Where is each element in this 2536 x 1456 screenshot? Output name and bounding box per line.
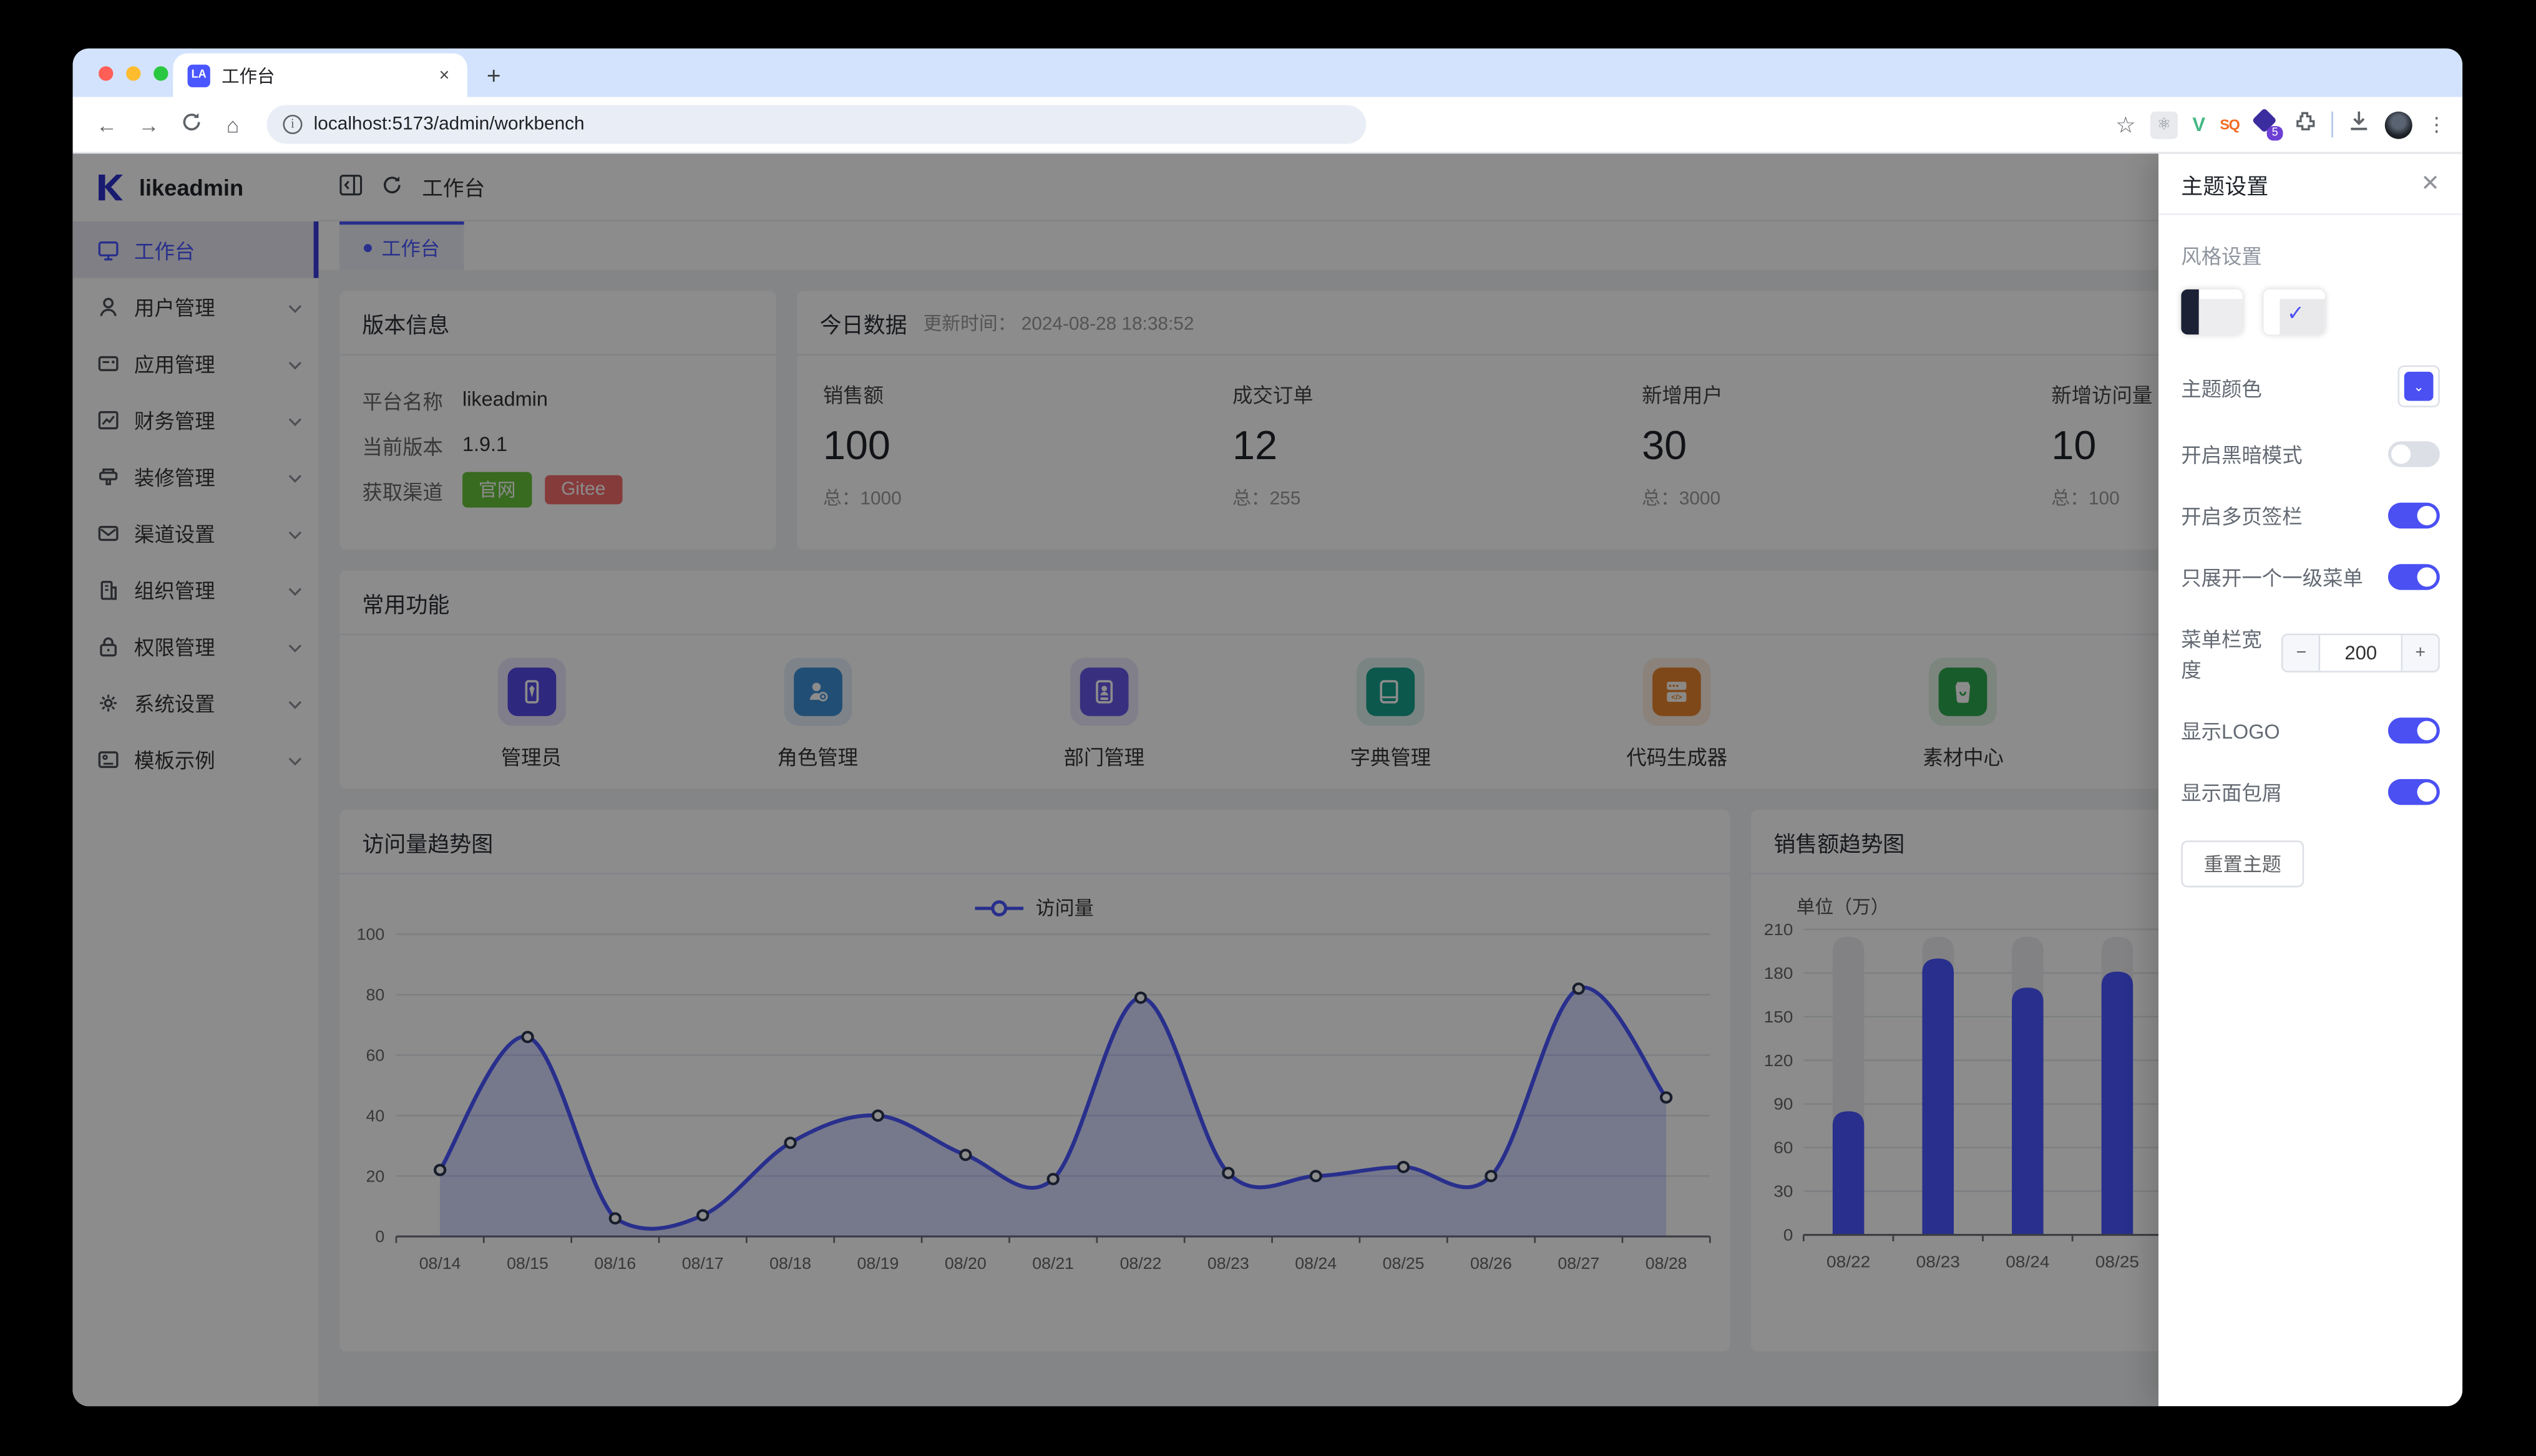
reload-icon[interactable]: [173, 112, 208, 137]
decrease-button[interactable]: −: [2283, 635, 2319, 671]
drawer-settings-rows: 开启黑暗模式 开启多页签栏 只展开一个一级菜单 菜单栏宽度 −200 + 显示LOGO 显示面…: [2181, 438, 2440, 807]
menu-width-value[interactable]: 200: [2319, 635, 2403, 671]
menu-width-row: 菜单栏宽度 −200 +: [2181, 623, 2440, 684]
drawer-title: 主题设置: [2181, 173, 2269, 198]
menu-width-stepper: −200 +: [2281, 633, 2440, 672]
increase-button[interactable]: +: [2402, 635, 2439, 671]
multi-tab-toggle[interactable]: [2387, 502, 2440, 528]
selected-check-icon: ✓: [2286, 301, 2305, 326]
thumb-body: [2198, 299, 2243, 335]
drawer-close-icon[interactable]: ✕: [2421, 170, 2439, 197]
sq-extension-icon[interactable]: SQ: [2220, 117, 2240, 133]
show-breadcrumb-toggle[interactable]: [2387, 778, 2440, 805]
dark-mode-label: 开启黑暗模式: [2181, 444, 2303, 467]
show-logo-toggle[interactable]: [2387, 717, 2440, 743]
gem-badge: 5: [2266, 126, 2283, 141]
theme-color-picker[interactable]: ⌄: [2397, 365, 2440, 407]
window-controls[interactable]: [99, 66, 168, 81]
style-thumbnails: ✓: [2181, 289, 2440, 335]
theme-color-row: 主题颜色 ⌄: [2181, 365, 2440, 407]
dark-mode-row: 开启黑暗模式: [2181, 438, 2440, 468]
browser-tabstrip: LA 工作台 × +: [72, 48, 2463, 97]
theme-color-label: 主题颜色: [2181, 377, 2262, 400]
zoom-window-button[interactable]: [154, 66, 168, 81]
toggle-knob: [2417, 781, 2437, 801]
theme-color-swatch[interactable]: ⌄: [2404, 371, 2434, 401]
toggle-knob: [2391, 444, 2411, 463]
vue-devtools-icon[interactable]: V: [2192, 113, 2205, 135]
tab-title: 工作台: [221, 67, 275, 87]
toolbar-right-icons: ☆ ⚛ V SQ 5 ⋮: [2115, 107, 2446, 141]
reset-theme-button[interactable]: 重置主题: [2181, 840, 2304, 888]
minimize-window-button[interactable]: [126, 66, 141, 81]
show-logo-label: 显示LOGO: [2181, 721, 2280, 744]
extensions-puzzle-icon[interactable]: [2295, 109, 2317, 140]
browser-window: LA 工作台 × + ← → ⌂ i localhost:5173/admin/…: [72, 48, 2463, 1407]
downloads-icon[interactable]: [2348, 109, 2370, 140]
react-devtools-icon[interactable]: ⚛: [2150, 110, 2178, 138]
browser-toolbar: ← → ⌂ i localhost:5173/admin/workbench ☆…: [72, 97, 2463, 154]
dark-mode-toggle[interactable]: [2387, 440, 2440, 467]
drawer-modal-overlay[interactable]: [72, 153, 2463, 1407]
single-expand-toggle[interactable]: [2387, 563, 2440, 590]
single-expand-row: 只展开一个一级菜单: [2181, 561, 2440, 591]
browser-menu-icon[interactable]: ⋮: [2427, 113, 2446, 135]
tab-favicon: LA: [187, 64, 210, 87]
thumb-dark-sidebar-strip: [2181, 289, 2199, 335]
show-breadcrumb-row: 显示面包屑: [2181, 776, 2440, 807]
toggle-knob: [2417, 505, 2437, 525]
toolbar-divider: [2331, 111, 2333, 138]
thumb-light-strip: [2263, 289, 2280, 335]
toggle-knob: [2417, 566, 2437, 586]
bookmark-star-icon[interactable]: ☆: [2115, 110, 2136, 138]
gem-extension-icon[interactable]: 5: [2251, 107, 2283, 141]
show-logo-row: 显示LOGO: [2181, 714, 2440, 745]
style-option-light[interactable]: ✓: [2263, 289, 2325, 335]
admin-app: likeadmin 工作台 用户管理 应用管理 财务管理 装修管理 渠道设置 组织管理 权限管…: [72, 153, 2463, 1407]
theme-settings-drawer: 主题设置 ✕ 风格设置 ✓ 主题颜色 ⌄ 开启黑暗模式 开启多页签栏 只展开一个…: [2158, 153, 2463, 1407]
home-icon[interactable]: ⌂: [215, 112, 251, 137]
url-text[interactable]: localhost:5173/admin/workbench: [314, 115, 585, 134]
close-window-button[interactable]: [99, 66, 114, 81]
tab-close-icon[interactable]: ×: [436, 66, 452, 85]
toggle-knob: [2417, 720, 2437, 740]
style-section-label: 风格设置: [2181, 245, 2262, 269]
style-option-dark-sidebar[interactable]: [2181, 289, 2243, 335]
back-icon[interactable]: ←: [89, 112, 125, 137]
show-breadcrumb-label: 显示面包屑: [2181, 782, 2283, 805]
browser-tab[interactable]: LA 工作台 ×: [173, 53, 467, 97]
menu-width-label: 菜单栏宽度: [2181, 628, 2262, 682]
profile-avatar[interactable]: [2384, 110, 2412, 138]
single-expand-label: 只展开一个一级菜单: [2181, 567, 2363, 590]
screen-root: LA 工作台 × + ← → ⌂ i localhost:5173/admin/…: [0, 0, 2535, 1456]
multi-tab-row: 开启多页签栏: [2181, 500, 2440, 530]
site-info-icon[interactable]: i: [283, 114, 303, 135]
multi-tab-label: 开启多页签栏: [2181, 505, 2303, 529]
new-tab-button[interactable]: +: [487, 65, 501, 89]
address-bar[interactable]: i localhost:5173/admin/workbench: [266, 105, 1367, 144]
forward-icon[interactable]: →: [131, 112, 167, 137]
